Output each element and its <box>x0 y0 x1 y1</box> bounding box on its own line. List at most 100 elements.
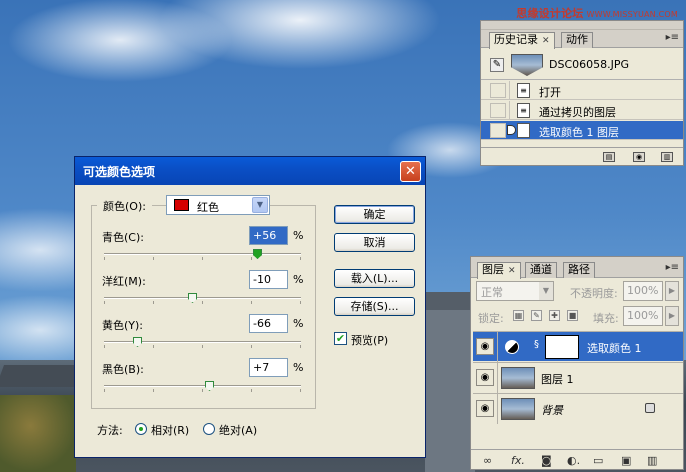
slider-tick <box>153 345 154 348</box>
eye-icon[interactable]: ◉ <box>476 400 494 417</box>
history-brush-source[interactable] <box>490 123 506 138</box>
history-state[interactable]: ≡ 打开 <box>481 81 683 100</box>
close-icon[interactable]: ✕ <box>508 266 516 276</box>
chevron-right-icon[interactable]: ▶ <box>665 281 679 301</box>
panel-menu-icon[interactable]: ▸≡ <box>666 262 679 273</box>
lock-all-icon[interactable]: ■ <box>567 310 578 321</box>
tab-paths[interactable]: 路径 <box>563 262 595 278</box>
blend-row: 正常 ▼ 不透明度: 100% ▶ <box>473 281 681 303</box>
add-mask-icon[interactable]: ◙ <box>541 454 552 467</box>
new-layer-icon[interactable]: ▣ <box>621 454 631 467</box>
snapshot-icon[interactable]: ◉ <box>633 152 645 162</box>
photo-roof <box>425 292 475 310</box>
slider-value-input[interactable]: -10 <box>249 270 288 289</box>
layers-footer: ∞ fx. ◙ ◐. ▭ ▣ ▥ <box>471 449 683 469</box>
layers-panel: 图层 ✕ 通道 路径 ▸≡ 正常 ▼ 不透明度: 100% ▶ 锁定: ▦ ✎ ✚… <box>470 256 684 470</box>
tab-history[interactable]: 历史记录 ✕ <box>489 32 555 49</box>
layer-row-selected[interactable]: ◉ § 选取颜色 1 <box>473 331 683 362</box>
close-button[interactable]: ✕ <box>400 161 421 182</box>
slider-track[interactable] <box>104 297 301 304</box>
tab-layers[interactable]: 图层 ✕ <box>477 262 521 279</box>
blend-mode-value: 正常 <box>481 286 503 299</box>
percent-sign: % <box>293 273 304 286</box>
link-icon[interactable]: § <box>534 339 539 350</box>
layer-row[interactable]: ◉ 背景 <box>473 393 683 424</box>
slider-tick <box>153 301 154 304</box>
close-icon[interactable]: ✕ <box>542 36 550 46</box>
new-document-icon[interactable]: ▤ <box>603 152 615 162</box>
eye-icon[interactable]: ◉ <box>476 338 494 355</box>
ok-button[interactable]: 确定 <box>334 205 415 224</box>
history-panel-grip[interactable] <box>481 21 683 30</box>
slider-tick <box>104 301 105 304</box>
slider-tick <box>153 389 154 392</box>
slider-tick <box>300 389 301 392</box>
new-adjustment-layer-icon[interactable]: ◐. <box>567 454 580 467</box>
colors-select[interactable]: 红色 ▼ <box>166 195 270 215</box>
slider-tick <box>104 257 105 260</box>
history-state-selected[interactable]: ≡ 选取颜色 1 图层 <box>481 121 683 140</box>
percent-sign: % <box>293 229 304 242</box>
slider-tick <box>300 257 301 260</box>
preview-checkbox[interactable]: ✔ <box>334 332 347 345</box>
color-swatch <box>174 199 189 211</box>
method-relative-radio[interactable] <box>135 423 147 435</box>
history-brush-icon[interactable]: ✎ <box>490 58 504 72</box>
slider-track[interactable] <box>104 253 301 260</box>
method-absolute-radio[interactable] <box>203 423 215 435</box>
history-state[interactable]: ≡ 通过拷贝的图层 <box>481 101 683 120</box>
photo-building <box>425 310 475 472</box>
fill-label: 填充: <box>593 312 619 325</box>
slider-track[interactable] <box>104 385 301 392</box>
chevron-right-icon[interactable]: ▶ <box>665 306 679 326</box>
tab-actions[interactable]: 动作 <box>561 32 593 48</box>
slider-tick <box>202 345 203 348</box>
load-button[interactable]: 载入(L)... <box>334 269 415 288</box>
colors-value: 红色 <box>197 201 219 214</box>
fill-input[interactable]: 100% <box>623 306 663 326</box>
slider-value-input[interactable]: +7 <box>249 358 288 377</box>
watermark-sub: WWW.MISSYUAN.COM <box>586 10 678 19</box>
history-state-label: 选取颜色 1 图层 <box>539 126 619 139</box>
dialog-title: 可选颜色选项 <box>83 165 156 179</box>
layer-thumbnail <box>501 367 535 389</box>
history-brush-source[interactable] <box>490 103 506 118</box>
tab-actions-label: 动作 <box>566 33 588 46</box>
layer-name: 选取颜色 1 <box>587 342 642 355</box>
new-group-icon[interactable]: ▭ <box>593 454 603 467</box>
slider-tick <box>153 257 154 260</box>
opacity-input[interactable]: 100% <box>623 281 663 301</box>
history-brush-source[interactable] <box>490 83 506 98</box>
trash-icon[interactable]: ▥ <box>647 454 657 467</box>
layer-row[interactable]: ◉ 图层 1 <box>473 362 683 393</box>
chevron-down-icon[interactable]: ▼ <box>252 197 268 213</box>
history-state-icon: ≡ <box>517 103 530 118</box>
layer-style-icon[interactable]: fx. <box>511 454 525 467</box>
layers-panel-tabs: 图层 ✕ 通道 路径 ▸≡ <box>471 260 683 279</box>
lock-pixels-icon[interactable]: ✎ <box>531 310 542 321</box>
layer-mask-thumbnail[interactable] <box>545 335 579 359</box>
slider-value-input[interactable]: +56 <box>249 226 288 245</box>
history-snapshot[interactable]: ✎ DSC06058.JPG <box>481 50 683 80</box>
eye-icon[interactable]: ◉ <box>476 369 494 386</box>
snapshot-thumbnail <box>511 54 543 76</box>
history-panel-tabs: 历史记录 ✕ 动作 ▸≡ <box>481 30 683 49</box>
slider-tick <box>300 345 301 348</box>
lock-position-icon[interactable]: ✚ <box>549 310 560 321</box>
chevron-down-icon[interactable]: ▼ <box>539 282 553 300</box>
photo-tree <box>0 395 76 472</box>
tab-channels[interactable]: 通道 <box>525 262 557 278</box>
lock-transparency-icon[interactable]: ▦ <box>513 310 524 321</box>
slider-value-input[interactable]: -66 <box>249 314 288 333</box>
cancel-button[interactable]: 取消 <box>334 233 415 252</box>
slider-label: 青色(C): <box>102 231 144 244</box>
blend-mode-select[interactable]: 正常 ▼ <box>476 281 554 301</box>
dialog-titlebar[interactable]: 可选颜色选项 ✕ <box>75 157 425 185</box>
save-button[interactable]: 存储(S)... <box>334 297 415 316</box>
slider-tick <box>251 345 252 348</box>
link-layers-icon[interactable]: ∞ <box>483 454 492 467</box>
panel-menu-icon[interactable]: ▸≡ <box>666 32 679 43</box>
trash-icon[interactable]: ▥ <box>661 152 673 162</box>
lock-label: 锁定: <box>478 312 504 325</box>
slider-tick <box>202 301 203 304</box>
